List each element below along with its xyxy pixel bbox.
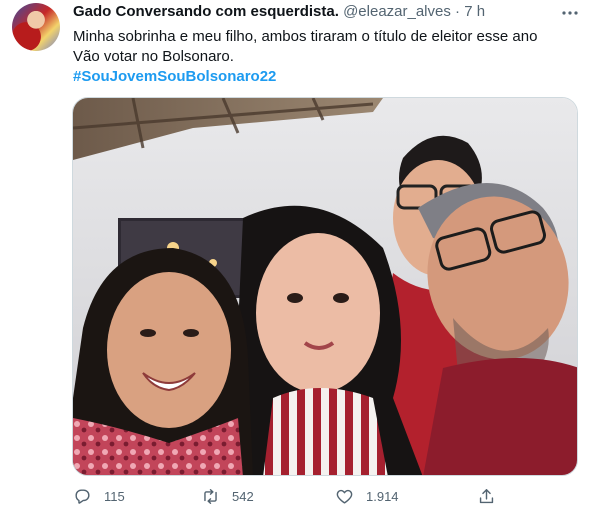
more-options-icon[interactable]: [558, 4, 582, 22]
tweet-time[interactable]: 7 h: [464, 3, 485, 20]
like-count: 1.914: [366, 489, 399, 504]
author-name[interactable]: Gado Conversando com esquerdista.: [73, 3, 339, 20]
tweet[interactable]: Gado Conversando com esquerdista. @eleaz…: [0, 0, 592, 515]
reply-icon: [75, 489, 90, 504]
tweet-actions: 115 542 1.914: [73, 487, 513, 511]
selfie-photo-image: [73, 98, 577, 475]
reply-button[interactable]: 115: [73, 487, 125, 506]
reply-count: 115: [104, 489, 125, 504]
tweet-text-line: Minha sobrinha e meu filho, ambos tirara…: [73, 28, 538, 45]
hashtag-link[interactable]: #SouJovemSouBolsonaro22: [73, 67, 573, 87]
author-avatar[interactable]: [12, 3, 60, 51]
tweet-text: Minha sobrinha e meu filho, ambos tirara…: [73, 27, 573, 87]
retweet-count: 542: [232, 489, 254, 504]
tweet-text-line: Vão votar no Bolsonaro.: [73, 48, 234, 65]
tweet-photo[interactable]: [72, 97, 578, 476]
separator-dot: ·: [455, 3, 461, 20]
retweet-button[interactable]: 542: [201, 487, 254, 506]
author-handle[interactable]: @eleazar_alves: [343, 3, 451, 20]
share-icon: [479, 489, 494, 504]
share-button[interactable]: [477, 487, 496, 506]
heart-icon: [336, 489, 353, 504]
retweet-icon: [204, 489, 217, 504]
tweet-header: Gado Conversando com esquerdista. @eleaz…: [73, 3, 552, 23]
like-button[interactable]: 1.914: [335, 487, 399, 506]
